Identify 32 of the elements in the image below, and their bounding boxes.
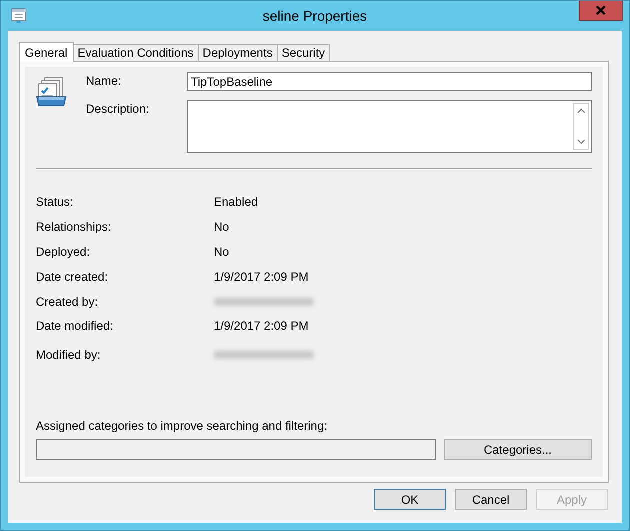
scrollbar[interactable] (573, 103, 589, 150)
field-label: Name: (86, 73, 122, 90)
property-value: No (214, 244, 230, 259)
property-label: Status: (36, 195, 74, 210)
window-title: seline Properties (262, 8, 368, 24)
close-icon (596, 6, 606, 15)
property-label: Deployed: (36, 244, 92, 259)
categories-button[interactable]: Categories... (444, 439, 592, 460)
dialog-button[interactable]: OK (374, 489, 446, 510)
property-value: 1/9/2017 2:09 PM (214, 319, 309, 334)
property-value: 1/9/2017 2:09 PM (214, 270, 309, 284)
property-label: Created by: (36, 294, 100, 309)
property-value: No (214, 220, 230, 234)
categories-label: Assigned categories to improve searching and filtering: (36, 419, 328, 433)
property-label: Modified by: (36, 348, 102, 362)
description-field[interactable] (187, 100, 592, 153)
field-label: Description: (86, 101, 150, 118)
baseline-icon (36, 76, 68, 108)
dialog-button[interactable]: Cancel (455, 489, 527, 510)
close-button[interactable] (579, 1, 623, 21)
property-label: Date modified: (36, 319, 114, 334)
property-label: Date created: (36, 270, 110, 284)
property-label: Relationships: (36, 220, 112, 234)
scroll-down-icon (576, 139, 586, 145)
tab[interactable]: Deployments (198, 44, 278, 61)
property-value: Enabled (214, 195, 258, 210)
tab[interactable]: Security (276, 44, 330, 61)
window-icon (11, 8, 27, 24)
tab[interactable]: General (19, 42, 74, 62)
name-field[interactable]: TipTopBaseline (187, 72, 592, 91)
categories-field[interactable] (36, 439, 436, 460)
scroll-up-icon (576, 108, 586, 114)
